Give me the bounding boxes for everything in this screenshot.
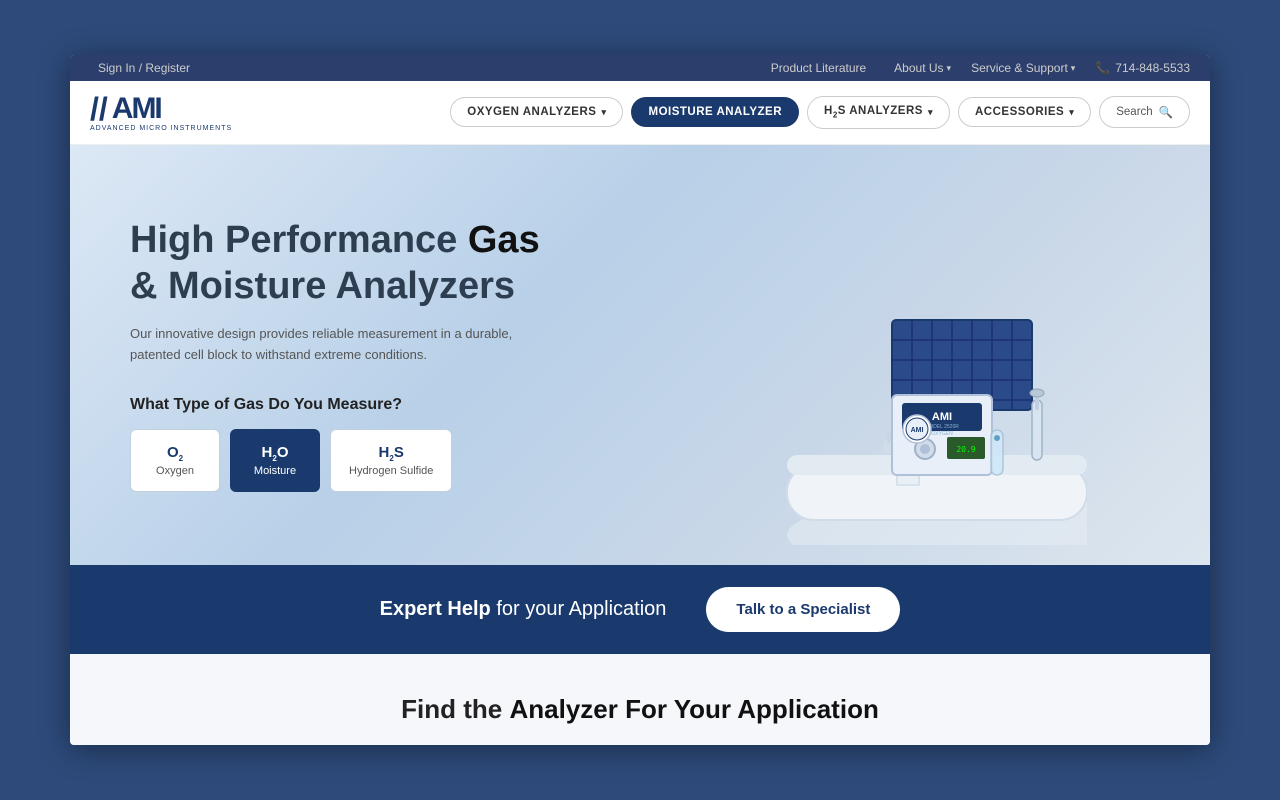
about-us-chevron-icon: ▾ <box>947 63 952 74</box>
hero-title: High Performance Gas & Moisture Analyzer… <box>130 218 630 309</box>
search-button[interactable]: Search 🔍 <box>1099 96 1190 128</box>
hero-content: High Performance Gas & Moisture Analyzer… <box>130 218 630 492</box>
svg-text:AMI: AMI <box>910 427 923 434</box>
accessories-label: ACCESSORIES <box>975 106 1064 118</box>
h2s-chevron-icon: ▾ <box>928 107 933 118</box>
logo-area[interactable]: // AMI Advanced Micro Instruments <box>90 93 232 132</box>
logo-subtitle: Advanced Micro Instruments <box>90 125 232 132</box>
svg-text:20.9: 20.9 <box>956 445 975 454</box>
gas-btn-moisture[interactable]: H2O Moisture <box>230 429 320 492</box>
h2s-formula: H2S <box>349 444 433 463</box>
instrument-illustration: AMI MODEL 2520R OXYGEN 20.9 AMI <box>707 165 1087 545</box>
gas-buttons-group: O2 Oxygen H2O Moisture H2S Hydrogen Sulf… <box>130 429 630 492</box>
service-support-label: Service & Support <box>971 61 1068 75</box>
find-title-bold: Analyzer For Your Application <box>509 694 878 724</box>
phone-display: 📞 714-848-5533 <box>1095 61 1190 75</box>
hero-image: AMI MODEL 2520R OXYGEN 20.9 AMI <box>583 145 1210 565</box>
nav-h2s-analyzers[interactable]: H2S ANALYZERS ▾ <box>807 96 950 128</box>
browser-frame: Sign In / Register Product Literature Ab… <box>70 55 1210 745</box>
gas-btn-oxygen[interactable]: O2 Oxygen <box>130 429 220 492</box>
hero-section: AMI MODEL 2520R OXYGEN 20.9 AMI <box>70 145 1210 565</box>
top-bar: Sign In / Register Product Literature Ab… <box>70 55 1210 81</box>
hero-title-gas: Gas <box>468 219 540 261</box>
about-us-menu[interactable]: About Us ▾ <box>894 61 951 75</box>
search-icon: 🔍 <box>1159 105 1173 119</box>
logo-slash: // <box>90 93 108 125</box>
svg-text:AMI: AMI <box>931 411 951 423</box>
expert-banner: Expert Help for your Application Talk to… <box>70 565 1210 654</box>
logo-main: // AMI <box>90 93 161 125</box>
gas-btn-h2s[interactable]: H2S Hydrogen Sulfide <box>330 429 452 492</box>
svg-text:OXYGEN: OXYGEN <box>931 431 953 437</box>
oxygen-chevron-icon: ▾ <box>601 107 606 118</box>
logo-letters: AMI <box>112 94 161 124</box>
expert-bold-text: Expert Help <box>380 598 491 620</box>
nav-links: OXYGEN ANALYZERS ▾ MOISTURE ANALYZER H2S… <box>450 96 1190 128</box>
moisture-formula: H2O <box>249 444 301 463</box>
moisture-name: Moisture <box>249 465 301 477</box>
expert-text: Expert Help for your Application <box>380 598 667 621</box>
find-section: Find the Analyzer For Your Application <box>70 654 1210 745</box>
phone-icon: 📞 <box>1095 61 1110 75</box>
phone-number: 714-848-5533 <box>1115 61 1190 75</box>
topbar-left: Sign In / Register <box>90 61 198 75</box>
nav-moisture-analyzer[interactable]: MOISTURE ANALYZER <box>631 97 799 127</box>
moisture-analyzer-label: MOISTURE ANALYZER <box>648 106 782 118</box>
h2s-analyzers-label: H2S ANALYZERS <box>824 105 923 119</box>
find-title: Find the Analyzer For Your Application <box>90 694 1190 725</box>
topbar-right: Product Literature About Us ▾ Service & … <box>763 61 1190 75</box>
hero-subtitle: Our innovative design provides reliable … <box>130 324 550 366</box>
expert-normal-text: for your Application <box>491 598 667 620</box>
oxygen-analyzers-label: OXYGEN ANALYZERS <box>467 106 596 118</box>
search-label: Search <box>1116 106 1152 118</box>
oxygen-name: Oxygen <box>149 465 201 477</box>
talk-to-specialist-button[interactable]: Talk to a Specialist <box>706 587 900 632</box>
hero-title-line1: High Performance Gas <box>130 219 540 261</box>
hero-title-line2: & Moisture Analyzers <box>130 265 515 307</box>
find-title-normal: Find the <box>401 694 509 724</box>
gas-question: What Type of Gas Do You Measure? <box>130 396 630 414</box>
product-literature-link[interactable]: Product Literature <box>771 61 866 75</box>
signin-link[interactable]: Sign In / Register <box>98 61 190 75</box>
accessories-chevron-icon: ▾ <box>1069 107 1074 118</box>
oxygen-formula: O2 <box>149 444 201 463</box>
service-support-menu[interactable]: Service & Support ▾ <box>971 61 1075 75</box>
nav-oxygen-analyzers[interactable]: OXYGEN ANALYZERS ▾ <box>450 97 623 127</box>
nav-accessories[interactable]: ACCESSORIES ▾ <box>958 97 1091 127</box>
about-us-label: About Us <box>894 61 943 75</box>
h2s-name: Hydrogen Sulfide <box>349 465 433 477</box>
service-support-chevron-icon: ▾ <box>1071 63 1076 74</box>
nav-bar: // AMI Advanced Micro Instruments OXYGEN… <box>70 81 1210 145</box>
